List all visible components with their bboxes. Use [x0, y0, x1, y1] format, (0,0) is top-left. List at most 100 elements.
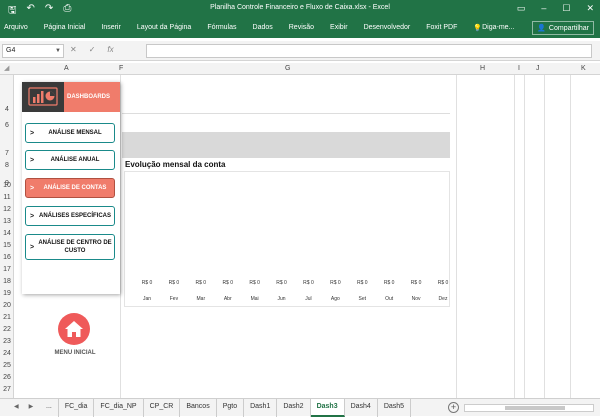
row-header[interactable]: 23 [0, 338, 14, 345]
row-header[interactable]: 10 [0, 182, 14, 189]
row-header[interactable]: 20 [0, 302, 14, 309]
ribbon-display-icon[interactable]: ▭ [517, 3, 526, 14]
row-header[interactable]: 7 [0, 150, 14, 157]
window-title: Planilha Controle Financeiro e Fluxo de … [210, 4, 390, 11]
x-tick-label: Jan [142, 296, 152, 302]
row-header[interactable]: 8 [0, 162, 14, 169]
sheet-tab[interactable]: Dash5 [378, 399, 412, 417]
data-label: R$ 0 [222, 280, 233, 286]
add-sheet-button[interactable]: + [448, 402, 459, 413]
formula-input[interactable] [146, 44, 592, 58]
data-label: R$ 0 [330, 280, 341, 286]
column-header[interactable]: H [480, 65, 485, 72]
row-headers: 4 6 7 8 9 10 11 12 13 14 15 16 17 18 19 20 21 22 23 24 25 26 2… [0, 75, 14, 400]
maximize-icon[interactable]: ☐ [562, 3, 570, 14]
header-band [122, 132, 450, 158]
sheet-tab[interactable]: FC_dia [59, 399, 95, 417]
row-header[interactable]: 13 [0, 218, 14, 225]
dashboard-menu: DASHBOARDS > ANÁLISE MENSAL > ANÁLISE ANUAL… [22, 82, 120, 356]
row-header[interactable]: 24 [0, 350, 14, 357]
row-header[interactable]: 27 [0, 386, 14, 393]
chevron-right-icon: > [29, 156, 35, 164]
menu-item-label: ANÁLISES ESPECÍFICAS [38, 213, 111, 219]
home-button[interactable] [58, 313, 90, 345]
data-label: R$ 0 [276, 280, 287, 286]
x-tick-label: Ago [330, 296, 340, 302]
sheet-tab[interactable]: ... [40, 399, 59, 417]
x-tick-label: Jul [305, 296, 312, 302]
close-icon[interactable]: ✕ [586, 3, 594, 14]
ribbon-tab[interactable]: Página Inicial [44, 24, 86, 32]
row-header[interactable]: 17 [0, 266, 14, 273]
select-all-corner[interactable]: ◢ [4, 64, 9, 72]
menu-item-2[interactable]: > ANÁLISE DE CONTAS [25, 178, 115, 198]
row-header[interactable]: 4 [0, 106, 14, 113]
x-tick-label: Jun [277, 296, 286, 302]
share-button[interactable]: 👤 Compartilhar [532, 21, 594, 35]
menu-item-4[interactable]: > ANÁLISE DE CENTRO DE CUSTO [25, 234, 115, 260]
column-headers: ◢ A F G H I J K [0, 63, 600, 75]
name-box[interactable]: G4 ▼ [2, 44, 64, 58]
lightbulb-icon: 💡 [473, 25, 483, 32]
ribbon-tab[interactable]: Dados [253, 24, 273, 32]
ribbon-tab[interactable]: Revisão [289, 24, 314, 32]
row-header[interactable]: 6 [0, 122, 14, 129]
sheet-tab[interactable]: Dash2 [277, 399, 311, 417]
cancel-icon[interactable]: ✕ [70, 45, 77, 54]
row-header[interactable]: 21 [0, 314, 14, 321]
ribbon-tab[interactable]: Diga-me... [482, 24, 514, 32]
column-header[interactable]: J [536, 65, 540, 72]
x-tick-label: Abr [223, 296, 232, 302]
column-header[interactable]: F [119, 65, 123, 72]
ribbon-tab[interactable]: Desenvolvedor [364, 24, 411, 32]
sheet-tab[interactable]: Dash3 [310, 399, 345, 417]
row-header[interactable]: 12 [0, 206, 14, 213]
row-header[interactable]: 14 [0, 230, 14, 237]
window-controls: ▭ – ☐ ✕ [517, 3, 594, 14]
sheet-tab[interactable]: Pgto [217, 399, 245, 417]
sheet-tab[interactable]: CP_CR [144, 399, 181, 417]
chart-area[interactable]: R$ 0 Jan R$ 0 Fev R$ 0 Mar R$ 0 Abr R$ 0 Mai R$ 0 J… [124, 171, 450, 307]
check-icon[interactable]: ✓ [89, 45, 96, 54]
sheet-tab[interactable]: FC_dia_NP [94, 399, 144, 417]
horizontal-scrollbar[interactable] [464, 404, 594, 412]
row-header[interactable]: 15 [0, 242, 14, 249]
worksheet-grid[interactable]: Evolução mensal da conta R$ 0 Jan R$ 0 Fev R… [14, 75, 600, 400]
ribbon-tab[interactable]: Inserir [101, 24, 120, 32]
row-header[interactable]: 22 [0, 326, 14, 333]
fx-icon[interactable]: fx [107, 45, 113, 54]
menu-item-label: ANÁLISE DE CENTRO DE CUSTO [38, 240, 112, 254]
sheet-tab[interactable]: Bancos [180, 399, 217, 417]
chevron-right-icon: > [29, 184, 35, 192]
data-label: R$ 0 [195, 280, 207, 286]
row-header[interactable]: 25 [0, 362, 14, 369]
x-tick-label: Fev [169, 296, 179, 302]
ribbon-tab[interactable]: Fórmulas [207, 24, 236, 32]
menu-item-3[interactable]: > ANÁLISES ESPECÍFICAS [25, 206, 115, 226]
column-header[interactable]: I [518, 65, 520, 72]
chevron-down-icon[interactable]: ▼ [55, 45, 61, 57]
ribbon-tab[interactable]: Layout da Página [137, 24, 192, 32]
column-header[interactable]: A [64, 65, 69, 72]
column-header[interactable]: G [285, 65, 290, 72]
menu-item-label: ANÁLISE DE CONTAS [43, 185, 107, 191]
ribbon-tab[interactable]: Arquivo [4, 24, 28, 32]
x-tick-label: Set [358, 296, 367, 302]
sheet-tab[interactable]: Dash4 [345, 399, 378, 417]
minimize-icon[interactable]: – [541, 3, 546, 14]
person-icon: 👤 [537, 25, 546, 32]
next-sheet-icon[interactable]: ▶ [29, 403, 34, 410]
ribbon-tabs: Arquivo Página Inicial Inserir Layout da Pá… [0, 18, 600, 38]
row-header[interactable]: 16 [0, 254, 14, 261]
ribbon-tab[interactable]: Exibir [330, 24, 348, 32]
row-header[interactable]: 26 [0, 374, 14, 381]
row-header[interactable]: 18 [0, 278, 14, 285]
ribbon-tab[interactable]: Foxit PDF [426, 24, 457, 32]
row-header[interactable]: 11 [0, 194, 14, 201]
sheet-tab[interactable]: Dash1 [244, 399, 278, 417]
menu-item-0[interactable]: > ANÁLISE MENSAL [25, 123, 115, 143]
row-header[interactable]: 19 [0, 290, 14, 297]
column-header[interactable]: K [581, 65, 586, 72]
prev-sheet-icon[interactable]: ◀ [14, 403, 19, 410]
menu-item-1[interactable]: > ANÁLISE ANUAL [25, 150, 115, 170]
